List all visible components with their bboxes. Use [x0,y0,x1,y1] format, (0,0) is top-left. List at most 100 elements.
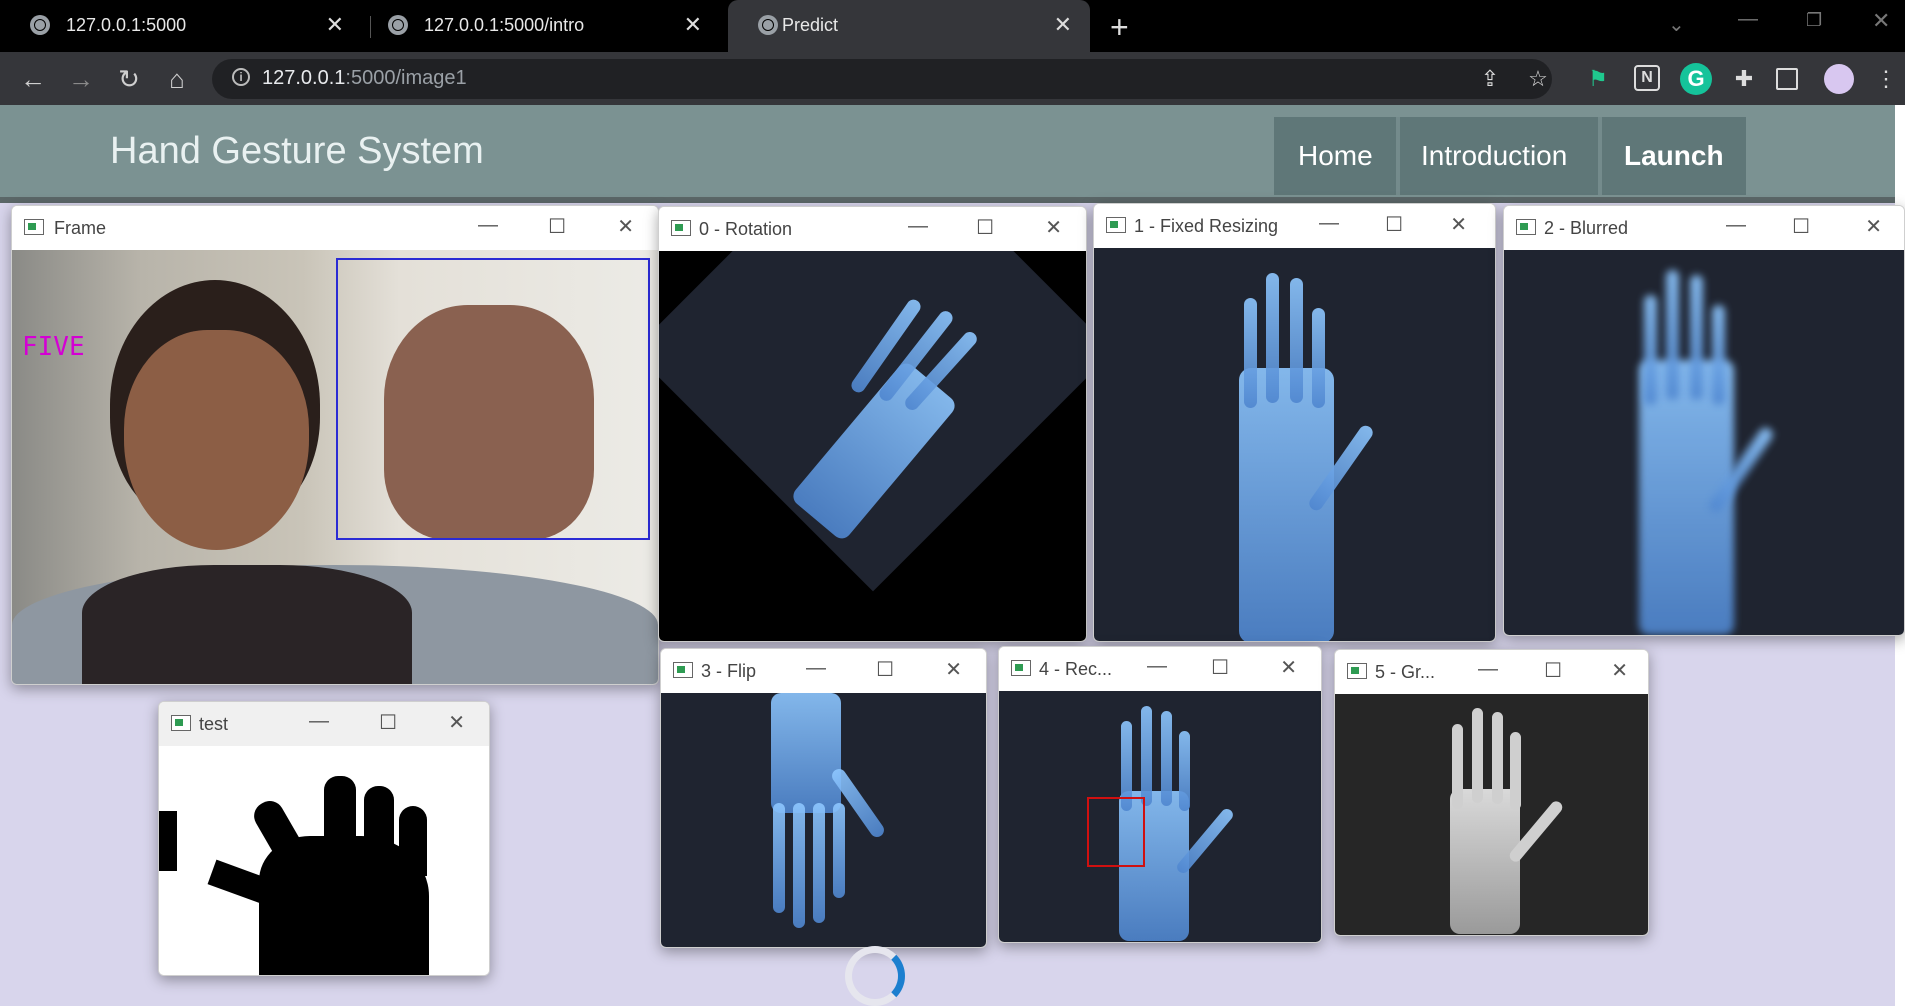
close-icon[interactable]: ✕ [448,710,465,735]
rectangle-window[interactable]: 4 - Rec... — ☐ ✕ [998,646,1322,943]
test-window[interactable]: test — ☐ ✕ [158,701,490,976]
back-icon[interactable]: ← [16,62,50,96]
close-icon[interactable]: ✕ [945,657,962,682]
xray-finger [1312,308,1325,408]
close-icon[interactable]: ✕ [1450,212,1467,237]
side-panel-icon[interactable] [1776,68,1798,90]
minimize-icon[interactable]: — [309,710,329,733]
minimize-icon[interactable]: — [1319,212,1339,235]
flip-window[interactable]: 3 - Flip — ☐ ✕ [660,648,987,948]
xray-finger [1161,711,1172,806]
notion-icon[interactable]: N [1634,65,1660,91]
close-icon[interactable]: ✕ [1280,655,1297,680]
profile-avatar[interactable] [1824,64,1854,94]
flipped-xray [661,693,986,947]
maximize-icon[interactable]: ☐ [379,710,397,735]
xray-finger [773,803,785,913]
window-app-icon [1106,217,1126,233]
window-titlebar[interactable]: test — ☐ ✕ [159,702,489,746]
gesture-label: FIVE [22,332,85,362]
silhouette-finger [399,806,427,876]
minimize-icon[interactable]: — [1147,655,1167,678]
minimize-icon[interactable]: — [1726,214,1746,237]
close-icon[interactable]: ✕ [617,214,634,239]
site-info-icon[interactable]: i [232,68,250,86]
annotated-xray [999,691,1321,942]
xray-hand [1450,789,1520,934]
grammarly-icon[interactable]: G [1680,63,1712,95]
window-app-icon [24,219,44,235]
close-tab-icon[interactable]: ✕ [684,12,702,38]
rotation-window[interactable]: 0 - Rotation — ☐ ✕ [658,206,1087,642]
window-title: 3 - Flip [701,661,757,681]
window-minimize-icon[interactable]: — [1738,8,1758,31]
window-title: test [199,714,229,734]
window-titlebar[interactable]: 5 - Gr... — ☐ ✕ [1335,650,1648,694]
frame-window[interactable]: Frame — ☐ ✕ FIVE [11,205,659,685]
url-path: :5000/image1 [345,67,467,89]
maximize-icon[interactable]: ☐ [976,215,994,240]
close-tab-icon[interactable]: ✕ [1054,12,1072,38]
minimize-icon[interactable]: — [806,657,826,680]
close-icon[interactable]: ✕ [1045,215,1062,240]
window-restore-icon[interactable]: ❐ [1806,10,1822,31]
tab-home[interactable]: 127.0.0.1:5000 ✕ [0,0,362,52]
resized-xray [1094,248,1495,641]
maximize-icon[interactable]: ☐ [1544,658,1562,683]
nav-introduction[interactable]: Introduction [1421,140,1567,172]
extensions-puzzle-icon[interactable]: ✚ [1730,65,1758,93]
tab-intro[interactable]: 127.0.0.1:5000/intro ✕ [358,0,720,52]
grayscale-window[interactable]: 5 - Gr... — ☐ ✕ [1334,649,1649,936]
maximize-icon[interactable]: ☐ [1211,655,1229,680]
tab-title: Predict [782,15,839,35]
window-app-icon [1516,219,1536,235]
window-titlebar[interactable]: 3 - Flip — ☐ ✕ [661,649,986,693]
share-icon[interactable]: ⇪ [1476,65,1504,93]
window-titlebar[interactable]: 2 - Blurred — ☐ ✕ [1504,206,1904,250]
reload-icon[interactable]: ↻ [112,62,146,96]
url-host: 127.0.0.1 [262,67,346,89]
close-icon[interactable]: ✕ [1611,658,1628,683]
window-titlebar[interactable]: 0 - Rotation — ☐ ✕ [659,207,1086,251]
nav-launch[interactable]: Launch [1624,140,1724,172]
tab-title: 127.0.0.1:5000 [66,15,187,35]
blurred-window[interactable]: 2 - Blurred — ☐ ✕ [1503,205,1905,636]
extension-figure-icon[interactable]: ⚑ [1584,65,1612,93]
home-icon[interactable]: ⌂ [160,62,194,96]
site-brand[interactable]: Hand Gesture System [110,130,484,173]
tab-predict[interactable]: Predict ✕ [728,0,1090,52]
minimize-icon[interactable]: — [1478,658,1498,681]
forward-icon[interactable]: → [64,62,98,96]
url-text[interactable]: 127.0.0.1:5000/image1 [262,67,467,90]
window-close-icon[interactable]: ✕ [1872,8,1890,34]
close-tab-icon[interactable]: ✕ [326,12,344,38]
close-icon[interactable]: ✕ [1865,214,1882,239]
globe-icon [30,15,50,35]
xray-finger [1290,278,1303,403]
xray-finger [1510,732,1521,810]
window-titlebar[interactable]: 1 - Fixed Resizing — ☐ ✕ [1094,204,1495,248]
globe-icon [758,15,778,35]
browser-menu-icon[interactable]: ⋮ [1872,65,1900,93]
new-tab-button[interactable]: + [1110,9,1129,46]
nav-home[interactable]: Home [1298,140,1373,172]
rotated-xray [659,251,1086,641]
window-title: Frame [54,218,107,238]
window-title: 1 - Fixed Resizing [1134,216,1279,236]
window-titlebar[interactable]: 4 - Rec... — ☐ ✕ [999,647,1321,691]
xray-finger [833,803,845,898]
fixed-resizing-window[interactable]: 1 - Fixed Resizing — ☐ ✕ [1093,203,1496,642]
maximize-icon[interactable]: ☐ [1792,214,1810,239]
tab-search-icon[interactable]: ⌄ [1668,12,1685,37]
minimize-icon[interactable]: — [478,214,498,237]
tab-title: 127.0.0.1:5000/intro [424,15,585,35]
maximize-icon[interactable]: ☐ [548,214,566,239]
window-app-icon [671,220,691,236]
maximize-icon[interactable]: ☐ [876,657,894,682]
maximize-icon[interactable]: ☐ [1385,212,1403,237]
xray-finger [1179,731,1190,811]
window-titlebar[interactable]: Frame — ☐ ✕ [12,206,658,250]
xray-finger [793,803,805,928]
bookmark-star-icon[interactable]: ☆ [1524,65,1552,93]
minimize-icon[interactable]: — [908,215,928,238]
